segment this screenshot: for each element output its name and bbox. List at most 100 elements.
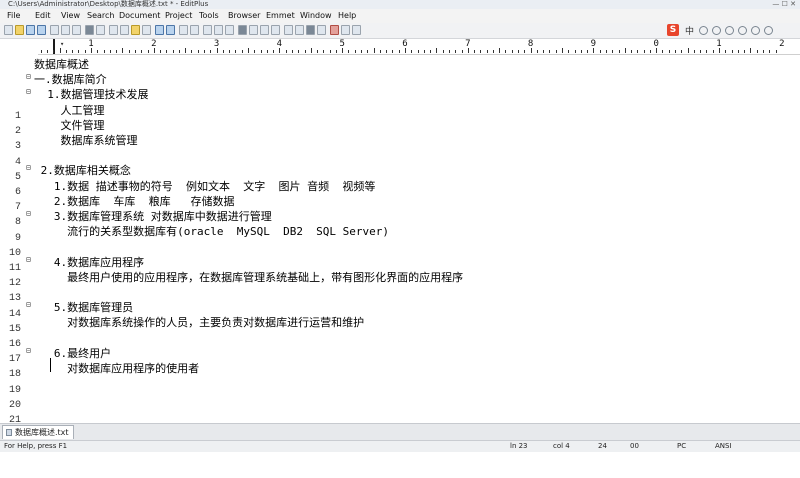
line-number: 11	[8, 263, 21, 274]
status-bar: For Help, press F1 ln 23 col 4 24 00 PC …	[0, 440, 800, 452]
ruler-tick	[442, 50, 444, 53]
find-in-files-icon[interactable]	[179, 25, 188, 35]
menu-search[interactable]: Search	[84, 9, 117, 23]
ruler-tick	[291, 50, 293, 53]
word-wrap-icon[interactable]	[203, 25, 212, 35]
ruler-tick	[618, 50, 620, 53]
menu-help[interactable]: Help	[335, 9, 359, 23]
indent-icon[interactable]	[225, 25, 234, 35]
microphone-icon[interactable]	[725, 26, 734, 35]
status-encoding: ANSI	[715, 442, 732, 450]
redo-icon[interactable]	[166, 25, 175, 35]
find-icon[interactable]	[85, 25, 94, 35]
ruler-tick	[72, 50, 74, 53]
title-bar: C:\Users\Administrator\Desktop\数据库概述.txt…	[0, 0, 800, 9]
ruler-tick	[700, 50, 702, 53]
browser-preview-icon[interactable]	[284, 25, 293, 35]
stop-icon[interactable]	[330, 25, 339, 35]
code-line: 5.数据库管理员	[34, 301, 134, 315]
ruler-number: 4	[276, 39, 283, 49]
ruler-tick	[197, 50, 199, 53]
document-tab-bar: 数据库概述.txt	[0, 423, 800, 440]
toolbar: S 中	[0, 23, 800, 39]
line-number: 2	[14, 126, 21, 138]
save-all-icon[interactable]	[37, 25, 46, 35]
print-icon[interactable]	[50, 25, 59, 35]
ruler-tick	[122, 48, 124, 53]
ruler-tick	[662, 50, 664, 53]
ruler-tick	[555, 50, 557, 53]
ruler-tick	[398, 50, 400, 53]
ruler-number: 1	[88, 39, 94, 49]
column-select-icon[interactable]	[260, 25, 269, 35]
copy-icon[interactable]	[120, 25, 129, 35]
monitor-icon[interactable]	[306, 25, 315, 35]
document-tab[interactable]: 数据库概述.txt	[2, 425, 74, 439]
clipboard-icon[interactable]	[142, 25, 151, 35]
undo-icon[interactable]	[155, 25, 164, 35]
ruler-tick	[769, 50, 771, 53]
ruler-tick	[505, 50, 507, 53]
menu-emmet[interactable]: Emmet	[263, 9, 298, 23]
open-folder-icon[interactable]	[15, 25, 24, 35]
menu-document[interactable]: Document	[116, 9, 163, 23]
whitespace-icon[interactable]	[271, 25, 280, 35]
menu-window[interactable]: Window	[297, 9, 335, 23]
ruler-icon[interactable]	[238, 25, 247, 35]
ruler-tick	[141, 50, 143, 53]
spell-check-icon[interactable]	[72, 25, 81, 35]
ruler-tick	[574, 50, 576, 53]
ruler-tick	[675, 50, 677, 53]
ruler-tick	[587, 50, 589, 53]
replace-icon[interactable]	[96, 25, 105, 35]
code-line: 一.数据库简介	[34, 73, 107, 87]
ruler-tick	[335, 50, 337, 53]
menu-project[interactable]: Project	[162, 9, 195, 23]
ime-mode-toggle[interactable]: 中	[685, 24, 694, 37]
ruler-tick	[448, 50, 450, 53]
code-line: 数据库概述	[34, 58, 89, 71]
save-icon[interactable]	[26, 25, 35, 35]
cut-icon[interactable]	[109, 25, 118, 35]
ruler-tick	[386, 50, 388, 53]
skin-icon[interactable]	[751, 26, 760, 35]
menu-edit[interactable]: Edit	[32, 9, 54, 23]
line-number: 16	[8, 339, 21, 350]
ruler-tick	[323, 50, 325, 53]
line-number-icon[interactable]	[249, 25, 258, 35]
punctuation-icon[interactable]	[699, 26, 708, 35]
new-file-icon[interactable]	[4, 25, 13, 35]
menu-tools[interactable]: Tools	[196, 9, 222, 23]
line-number: 7	[14, 202, 21, 214]
keyboard-icon[interactable]	[738, 26, 747, 35]
print-preview-icon[interactable]	[61, 25, 70, 35]
toolbox-icon[interactable]	[764, 26, 773, 35]
font-icon[interactable]	[214, 25, 223, 35]
code-line: 数据库系统管理	[34, 134, 138, 147]
status-line: ln 23	[510, 442, 528, 450]
menu-file[interactable]: File	[4, 9, 23, 23]
ruler-tick	[298, 50, 300, 53]
about-icon[interactable]	[352, 25, 361, 35]
ruler: ▾ 1 2 3 4 5 6 7 8 9 0 1 2	[38, 39, 800, 55]
document-tab-label: 数据库概述.txt	[15, 428, 69, 437]
emoji-icon[interactable]	[712, 26, 721, 35]
menu-browser[interactable]: Browser	[225, 9, 263, 23]
goto-icon[interactable]	[190, 25, 199, 35]
ruler-tick	[317, 50, 319, 53]
paste-icon[interactable]	[131, 25, 140, 35]
ruler-tick	[97, 50, 99, 53]
ruler-tick	[65, 50, 67, 53]
ruler-tick	[304, 50, 306, 53]
ruler-tick	[631, 50, 633, 53]
code-line: 对数据库应用程序的使用者	[34, 362, 200, 375]
ruler-number: 0	[653, 39, 659, 49]
ruler-tick	[474, 50, 476, 53]
sogou-logo-icon[interactable]: S	[667, 24, 679, 36]
html-toolbar-icon[interactable]	[295, 25, 304, 35]
help-icon[interactable]	[341, 25, 350, 35]
ruler-tick	[266, 50, 268, 53]
menu-view[interactable]: View	[58, 9, 83, 23]
window-controls[interactable]: — ☐ ✕	[772, 0, 796, 9]
settings-icon[interactable]	[317, 25, 326, 35]
